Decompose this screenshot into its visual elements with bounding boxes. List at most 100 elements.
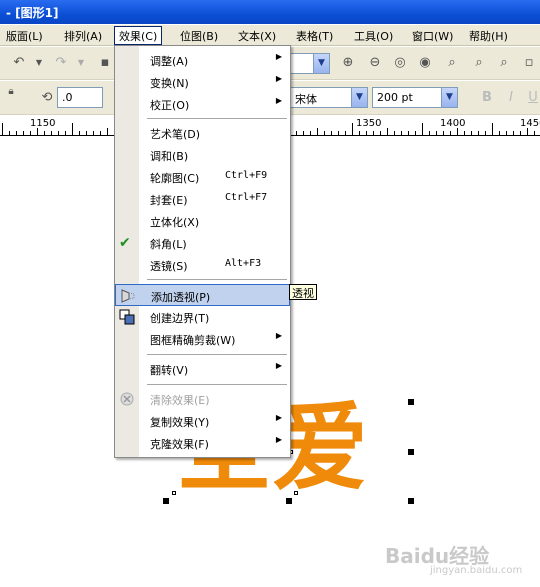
ruler-tick: [58, 131, 59, 135]
menu-effects[interactable]: 效果(C): [114, 26, 163, 45]
rotation-angle-value: .0: [62, 91, 73, 104]
menu-item-label: 翻转(V): [150, 364, 189, 377]
menu-window[interactable]: 窗口(W): [412, 28, 453, 44]
selection-handle[interactable]: [408, 498, 414, 504]
zoom-width-icon[interactable]: ⌕: [470, 54, 488, 72]
ruler-tick: [16, 131, 17, 135]
ruler-tick: [394, 131, 395, 135]
redo-icon[interactable]: ↷: [52, 54, 70, 72]
menu-item-bevel[interactable]: ✔ 斜角(L): [115, 232, 290, 254]
menu-text[interactable]: 文本(X): [238, 28, 276, 44]
menu-item-copy-effect[interactable]: 复制效果(Y) ▶: [115, 410, 290, 432]
menu-item-transform[interactable]: 变换(N) ▶: [115, 71, 290, 93]
menu-separator: [147, 354, 287, 355]
menu-item-envelope[interactable]: 封套(E) Ctrl+F7: [115, 188, 290, 210]
zoom-in-icon[interactable]: ⊕: [339, 54, 357, 72]
menu-item-create-boundary[interactable]: 创建边界(T): [115, 306, 290, 328]
ruler-tick: [464, 131, 465, 135]
menu-bitmap[interactable]: 位图(B): [180, 28, 218, 44]
selection-handle[interactable]: [408, 399, 414, 405]
menu-item-shortcut: Alt+F3: [225, 258, 262, 269]
ruler-tick: [387, 128, 388, 135]
ruler-tick: [107, 128, 108, 135]
menu-separator: [147, 279, 287, 280]
undo-dropdown-icon[interactable]: ▼: [30, 54, 48, 72]
ruler-tick: [415, 131, 416, 135]
menu-item-label: 清除效果(E): [150, 394, 210, 407]
ruler-tick: [513, 131, 514, 135]
menu-item-flip[interactable]: 翻转(V) ▶: [115, 358, 290, 380]
menu-arrange[interactable]: 排列(A): [64, 28, 102, 44]
menu-item-clear-effect[interactable]: 清除效果(E): [115, 388, 290, 410]
pan-icon[interactable]: ▫: [520, 54, 538, 72]
menu-item-shortcut: Ctrl+F7: [225, 192, 268, 203]
menu-separator: [147, 118, 287, 119]
chevron-down-icon[interactable]: ▼: [351, 88, 367, 107]
watermark-url: jingyan.baidu.com: [430, 565, 523, 576]
menu-item-clone-effect[interactable]: 克隆效果(F) ▶: [115, 432, 290, 454]
ruler-tick: [485, 131, 486, 135]
ruler-tick: [72, 123, 73, 135]
ruler-tick: [499, 131, 500, 135]
menu-item-label: 轮廓图(C): [150, 172, 200, 185]
zoom-page-icon[interactable]: ⌕: [443, 54, 461, 72]
import-icon[interactable]: ▪: [96, 54, 114, 72]
ruler-tick: [324, 131, 325, 135]
font-size-select[interactable]: 200 pt ▼: [372, 87, 458, 108]
menu-layout[interactable]: 版面(L): [6, 28, 43, 44]
italic-icon[interactable]: I: [502, 89, 520, 107]
menu-help[interactable]: 帮助(H): [469, 28, 508, 44]
ruler-tick: [23, 131, 24, 135]
menu-item-label: 调整(A): [150, 55, 189, 68]
font-family-select[interactable]: 宋体 ▼: [290, 87, 368, 108]
zoom-height-icon[interactable]: ⌕: [495, 54, 513, 72]
ruler-tick: [100, 131, 101, 135]
zoom-selection-icon[interactable]: ◎: [391, 54, 409, 72]
menu-item-correction[interactable]: 校正(O) ▶: [115, 93, 290, 115]
menu-tools[interactable]: 工具(O): [354, 28, 393, 44]
underline-icon[interactable]: U: [524, 89, 540, 107]
selection-handle[interactable]: [163, 498, 169, 504]
ruler-tick: [345, 131, 346, 135]
node-handle[interactable]: [294, 491, 298, 495]
chevron-down-icon[interactable]: ▼: [441, 88, 457, 107]
menu-item-label: 立体化(X): [150, 216, 200, 229]
selection-handle[interactable]: [286, 498, 292, 504]
ruler-tick: [408, 131, 409, 135]
menu-table[interactable]: 表格(T): [296, 28, 333, 44]
menu-item-label: 艺术笔(D): [150, 128, 201, 141]
menu-item-adjust[interactable]: 调整(A) ▶: [115, 49, 290, 71]
menu-item-add-perspective[interactable]: 添加透视(P): [115, 284, 290, 306]
menu-item-extrude[interactable]: 立体化(X): [115, 210, 290, 232]
bold-icon[interactable]: B: [478, 89, 496, 107]
zoom-level-field[interactable]: ▼: [290, 53, 330, 74]
node-handle[interactable]: [172, 491, 176, 495]
menu-item-label: 创建边界(T): [150, 312, 210, 325]
menu-item-blend[interactable]: 调和(B): [115, 144, 290, 166]
menu-item-label: 透镜(S): [150, 260, 188, 273]
zoom-out-icon[interactable]: ⊖: [366, 54, 384, 72]
ruler-label: 1150: [30, 118, 56, 129]
font-size-value: 200 pt: [377, 91, 413, 104]
menu-item-lens[interactable]: 透镜(S) Alt+F3: [115, 254, 290, 276]
ruler-tick: [520, 131, 521, 135]
ruler-tick: [51, 131, 52, 135]
ruler-tick: [338, 131, 339, 135]
submenu-arrow-icon: ▶: [275, 435, 282, 444]
ruler-tick: [443, 131, 444, 135]
zoom-all-icon[interactable]: ◉: [416, 54, 434, 72]
selection-handle[interactable]: [408, 449, 414, 455]
rotation-angle-input[interactable]: .0: [57, 87, 103, 108]
menu-item-powerclip[interactable]: 图框精确剪裁(W) ▶: [115, 328, 290, 350]
lock-icon[interactable]: 🔒︎: [2, 83, 20, 101]
tooltip: 透视: [289, 284, 317, 300]
redo-dropdown-icon[interactable]: ▼: [72, 54, 90, 72]
menu-item-artistic-media[interactable]: 艺术笔(D): [115, 122, 290, 144]
menu-item-label: 斜角(L): [150, 238, 187, 251]
submenu-arrow-icon: ▶: [275, 331, 282, 340]
window-title-bar: - [图形1]: [0, 0, 540, 24]
ruler-tick: [380, 131, 381, 135]
chevron-down-icon[interactable]: ▼: [313, 54, 329, 73]
undo-icon[interactable]: ↶: [10, 54, 28, 72]
menu-item-contour[interactable]: 轮廓图(C) Ctrl+F9: [115, 166, 290, 188]
